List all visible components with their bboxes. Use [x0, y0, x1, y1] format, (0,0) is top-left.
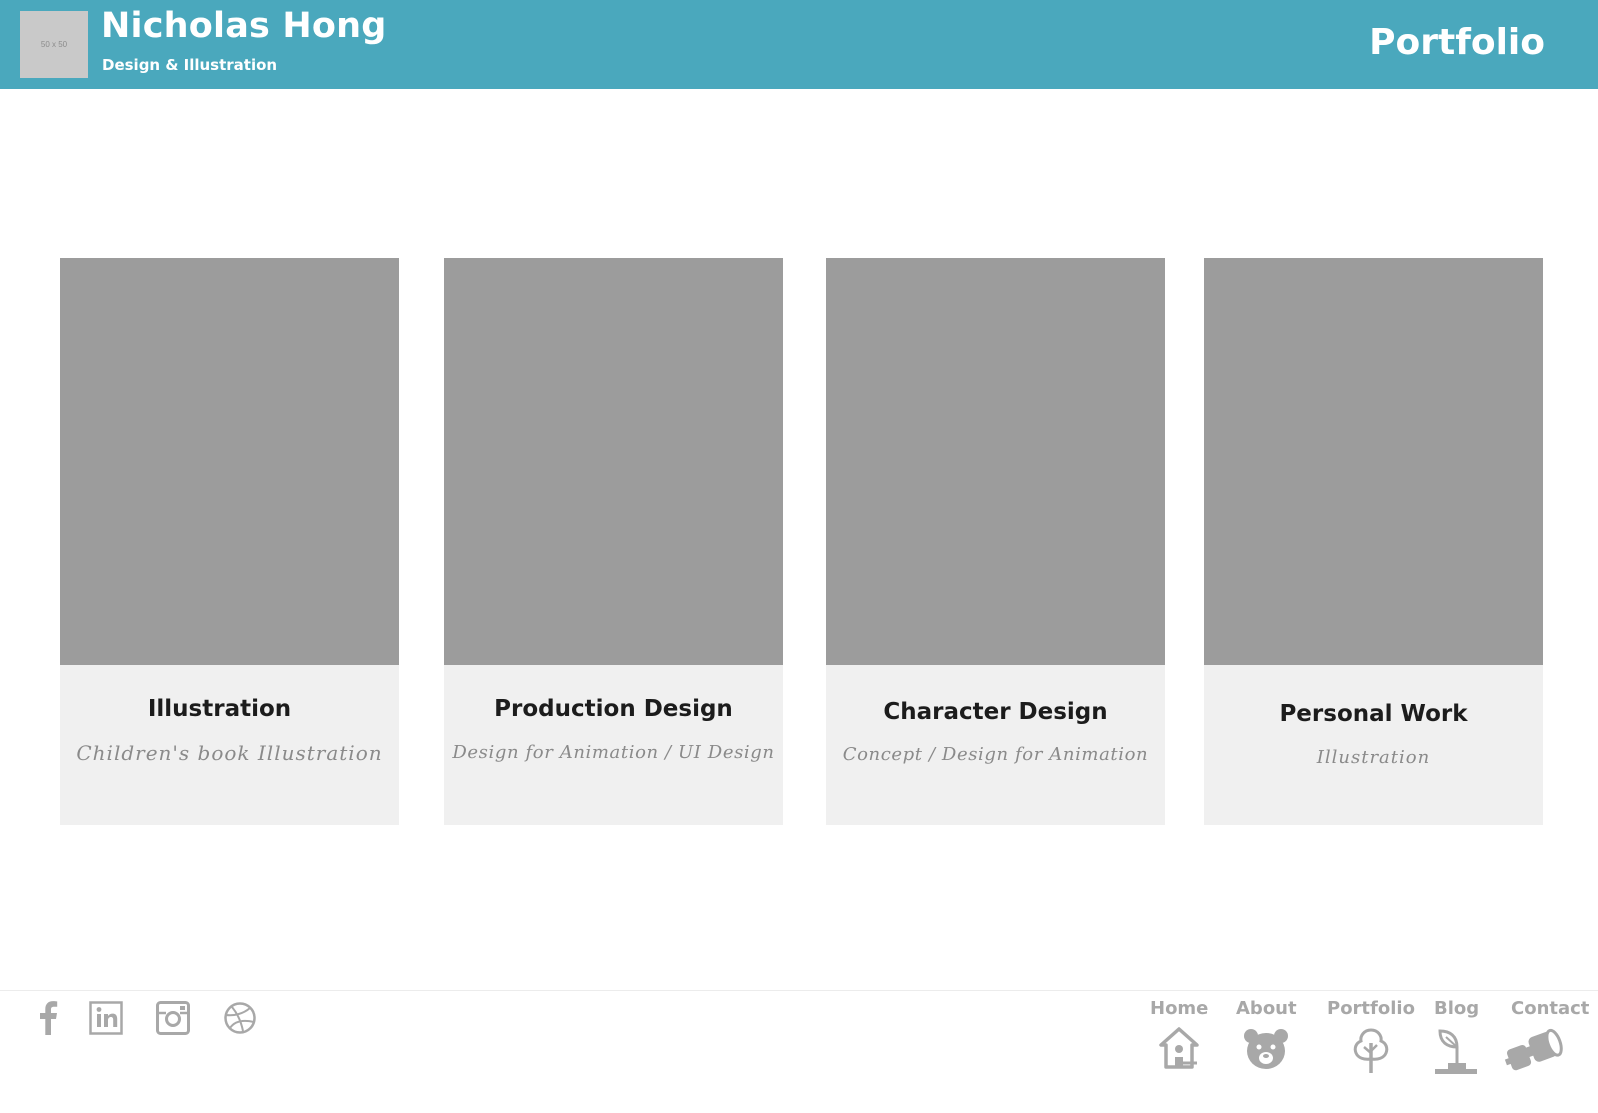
card-image-placeholder: [826, 258, 1165, 665]
site-header: 50 x 50 Nicholas Hong Design & Illustrat…: [0, 0, 1598, 89]
nav-contact-label: Contact: [1511, 998, 1590, 1019]
card-title: Production Design: [494, 696, 733, 722]
nav-about[interactable]: About: [1236, 998, 1297, 1071]
card-subtitle: Concept / Design for Animation: [842, 744, 1149, 765]
card-title: Illustration: [147, 696, 292, 722]
logo-placeholder-label: 50 x 50: [40, 40, 68, 49]
nav-home-label: Home: [1150, 998, 1209, 1019]
portfolio-card-illustration[interactable]: Illustration Children's book Illustratio…: [60, 258, 399, 825]
birdhouse-icon: [1159, 1027, 1199, 1069]
card-image-placeholder: [444, 258, 783, 665]
card-image-placeholder: [1204, 258, 1543, 665]
portfolio-card-personal-work[interactable]: Personal Work Illustration: [1204, 258, 1543, 825]
tree-icon: [1353, 1028, 1389, 1073]
nav-portfolio-label: Portfolio: [1327, 998, 1415, 1019]
nav-blog[interactable]: Blog: [1434, 998, 1479, 1075]
bear-icon: [1244, 1029, 1289, 1069]
logo-placeholder[interactable]: 50 x 50: [20, 11, 88, 78]
portfolio-card-production-design[interactable]: Production Design Design for Animation /…: [444, 258, 783, 825]
footer-divider: [0, 990, 1598, 991]
nav-blog-label: Blog: [1434, 998, 1480, 1019]
card-title: Character Design: [883, 699, 1108, 725]
portfolio-card-character-design[interactable]: Character Design Concept / Design for An…: [826, 258, 1165, 825]
nav-portfolio[interactable]: Portfolio: [1327, 998, 1415, 1075]
nav-contact[interactable]: Contact: [1504, 998, 1590, 1071]
nav-about-label: About: [1236, 998, 1297, 1019]
brand-tagline: Design & Illustration: [102, 56, 278, 74]
facebook-icon[interactable]: [28, 998, 68, 1038]
binoculars-icon: [1504, 1028, 1563, 1071]
card-subtitle: Design for Animation / UI Design: [452, 742, 775, 763]
plant-icon: [1435, 1029, 1477, 1074]
page-title: Portfolio: [1369, 22, 1545, 63]
instagram-icon[interactable]: [153, 998, 193, 1038]
brand-name[interactable]: Nicholas Hong: [101, 6, 387, 46]
nav-home[interactable]: Home: [1150, 998, 1208, 1073]
card-title: Personal Work: [1279, 701, 1468, 727]
dribbble-icon[interactable]: [220, 998, 260, 1038]
card-subtitle: Children's book Illustration: [76, 741, 383, 765]
linkedin-icon[interactable]: [86, 998, 126, 1038]
card-subtitle: Illustration: [1316, 747, 1431, 768]
card-image-placeholder: [60, 258, 399, 665]
